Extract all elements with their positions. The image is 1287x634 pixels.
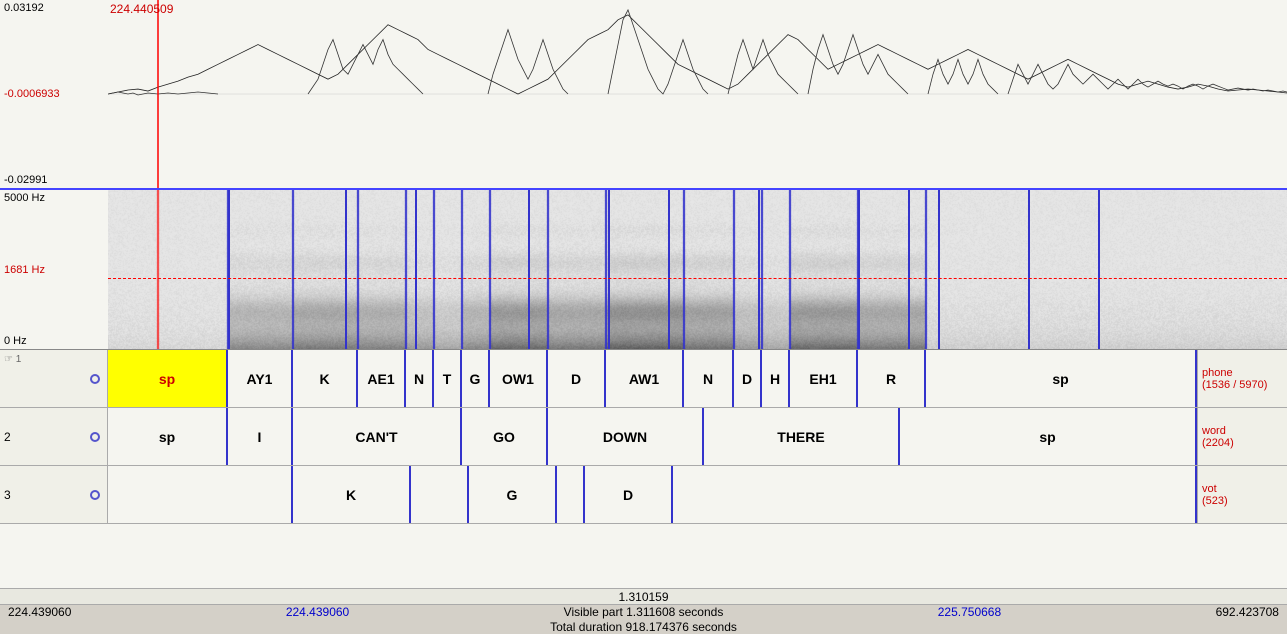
status-row2: 224.439060 224.439060 Visible part 1.311… (0, 605, 1287, 619)
vot-cell-g[interactable]: G (469, 466, 557, 523)
right-blue-time: 225.750668 (938, 605, 1001, 619)
tier-boundary (1028, 190, 1030, 349)
phone-cell-d2[interactable]: D (734, 350, 762, 407)
phone-cell-r[interactable]: R (858, 350, 926, 407)
tier-row-3: 3 K G D vot (523) (0, 466, 1287, 524)
vot-cell-empty-3[interactable] (557, 466, 585, 523)
tier-boundary (758, 190, 760, 349)
tier-number-2: 2 (0, 408, 108, 465)
cursor-time-label: 224.440509 (110, 2, 173, 16)
word-cell-sp-2[interactable]: sp (900, 408, 1197, 465)
tier-boundary (668, 190, 670, 349)
tier-index-2: 2 (4, 430, 11, 444)
tier-2-label-title: word (1202, 425, 1226, 437)
tier-boundary (858, 190, 860, 349)
status-row3: Total duration 918.174376 seconds (0, 620, 1287, 634)
vot-cell-d[interactable]: D (585, 466, 673, 523)
tier-2-right-label: word (2204) (1197, 408, 1287, 465)
word-cell-down[interactable]: DOWN (548, 408, 704, 465)
phone-cell-aw1[interactable]: AW1 (606, 350, 684, 407)
phone-cell-t[interactable]: T (434, 350, 462, 407)
tier-row-1: ☞ 1 sp AY1 K AE1 N T G OW1 D AW1 N D H E… (0, 350, 1287, 408)
waveform-section: 224.440509 0.03192 -0.0006933 -0.02991 (0, 0, 1287, 190)
tier-number-1: ☞ 1 (0, 350, 108, 407)
vot-cell-empty-1[interactable] (108, 466, 293, 523)
tier-boundary (345, 190, 347, 349)
phone-cell-h[interactable]: H (762, 350, 790, 407)
phone-cell-eh1[interactable]: EH1 (790, 350, 858, 407)
tier-boundary (1098, 190, 1100, 349)
spectrogram-display[interactable] (108, 190, 1287, 349)
tier-icon-1: ☞ 1 (4, 354, 21, 365)
tier-circle-2 (90, 432, 100, 442)
spectrogram-section: 5000 Hz 1681 Hz 0 Hz (0, 190, 1287, 350)
phone-cell-n1[interactable]: N (406, 350, 434, 407)
phone-cell-sp-1[interactable]: sp (108, 350, 228, 407)
tier-2-label-value: (2204) (1202, 437, 1234, 449)
tier-number-3: 3 (0, 466, 108, 523)
word-cell-sp-1[interactable]: sp (108, 408, 228, 465)
word-cell-i[interactable]: I (228, 408, 293, 465)
tier-boundary (608, 190, 610, 349)
status-bar: 1.310159 224.439060 224.439060 Visible p… (0, 588, 1287, 634)
tiers-section: ☞ 1 sp AY1 K AE1 N T G OW1 D AW1 N D H E… (0, 350, 1287, 588)
tier-circle-3 (90, 490, 100, 500)
phone-cell-k1[interactable]: K (293, 350, 358, 407)
phone-cell-ae1[interactable]: AE1 (358, 350, 406, 407)
tier-boundary (528, 190, 530, 349)
tier-index-3: 3 (4, 488, 11, 502)
tier-circle-1 (90, 374, 100, 384)
phone-cell-ay1[interactable]: AY1 (228, 350, 293, 407)
tier-row-2: 2 sp I CAN'T GO DOWN THERE sp word (2204… (0, 408, 1287, 466)
total-duration: Total duration 918.174376 seconds (550, 620, 737, 634)
spec-label-middle: 1681 Hz (4, 264, 104, 276)
phone-cell-n2[interactable]: N (684, 350, 734, 407)
word-cell-cant[interactable]: CAN'T (293, 408, 462, 465)
tier-boundary (908, 190, 910, 349)
spectrogram-labels: 5000 Hz 1681 Hz 0 Hz (0, 190, 108, 349)
spec-label-bottom: 0 Hz (4, 335, 104, 347)
waveform-labels: 0.03192 -0.0006933 -0.02991 (0, 0, 108, 188)
tier-boundary (415, 190, 417, 349)
main-container: 224.440509 0.03192 -0.0006933 -0.02991 (0, 0, 1287, 634)
tier-1-cells: sp AY1 K AE1 N T G OW1 D AW1 N D H EH1 R… (108, 350, 1197, 407)
left-blue-time: 224.439060 (286, 605, 349, 619)
phone-cell-sp-2[interactable]: sp (926, 350, 1197, 407)
frequency-line (108, 278, 1287, 279)
word-cell-go[interactable]: GO (462, 408, 548, 465)
tier-2-cells: sp I CAN'T GO DOWN THERE sp (108, 408, 1197, 465)
time-marker: 1.310159 (618, 590, 668, 604)
tier-3-cells: K G D (108, 466, 1197, 523)
wave-label-top: 0.03192 (4, 2, 104, 14)
spec-label-top: 5000 Hz (4, 192, 104, 204)
waveform-display[interactable] (108, 0, 1287, 188)
left-time: 224.439060 (8, 605, 71, 619)
vot-cell-empty-4[interactable] (673, 466, 1197, 523)
phone-cell-d1[interactable]: D (548, 350, 606, 407)
tier-3-label-title: vot (1202, 483, 1217, 495)
vot-cell-empty-2[interactable] (411, 466, 469, 523)
tier-1-label-value: (1536 / 5970) (1202, 379, 1267, 391)
word-cell-there[interactable]: THERE (704, 408, 900, 465)
right-time: 692.423708 (1216, 605, 1279, 619)
center-status: Visible part 1.311608 seconds (564, 605, 724, 619)
tier-boundary (228, 190, 230, 349)
status-row1: 1.310159 (0, 589, 1287, 605)
phone-cell-ow1[interactable]: OW1 (490, 350, 548, 407)
tier-boundary (938, 190, 940, 349)
tier-1-right-label: phone (1536 / 5970) (1197, 350, 1287, 407)
phone-cell-g1[interactable]: G (462, 350, 490, 407)
tier-3-label-value: (523) (1202, 495, 1228, 507)
wave-label-bottom: -0.02991 (4, 174, 104, 186)
tier-3-right-label: vot (523) (1197, 466, 1287, 523)
wave-label-middle: -0.0006933 (4, 88, 104, 100)
tier-1-label-title: phone (1202, 367, 1233, 379)
vot-cell-k[interactable]: K (293, 466, 411, 523)
